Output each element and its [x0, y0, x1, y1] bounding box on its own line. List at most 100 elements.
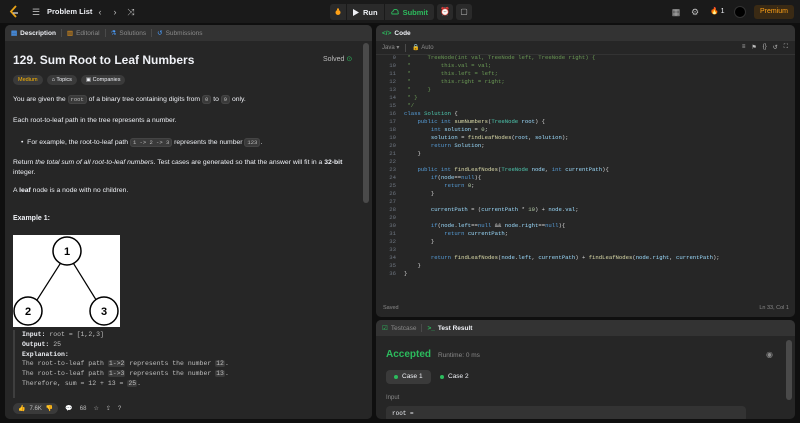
text: Therefore, sum = 12 + 13 =	[22, 379, 128, 387]
tree-node-left-label: 2	[25, 306, 31, 318]
tab-test-result[interactable]: >_ Test Result	[427, 325, 472, 332]
text: .	[224, 360, 229, 368]
description-scrollbar[interactable]	[363, 43, 369, 203]
thumbs-up-icon[interactable]: 👍	[18, 405, 25, 412]
bookmark-icon[interactable]: ⚑	[751, 44, 756, 51]
code-line: 28 currentPath = (currentPath * 10) + no…	[389, 206, 579, 213]
help-icon[interactable]: ?	[118, 406, 121, 412]
timer-button[interactable]: ⏰	[437, 4, 453, 20]
shuffle-icon[interactable]: ⤨	[126, 7, 136, 17]
solved-status: Solved ⊙	[323, 55, 352, 63]
bug-icon	[335, 8, 341, 15]
paragraph-return: Return the total sum of all root-to-leaf…	[13, 158, 342, 168]
inline-code: root	[67, 95, 87, 104]
text: of a binary tree containing digits from	[88, 96, 201, 103]
text: to	[213, 96, 219, 103]
companies-badge[interactable]: ▣ Companies	[80, 75, 126, 85]
code-line: 23 public int findLeafNodes(TreeNode nod…	[389, 166, 609, 173]
code-line: 31 return currentPath;	[389, 230, 509, 237]
code-line: 18 int solution = 0;	[389, 126, 488, 133]
text: The root-to-leaf path	[22, 360, 108, 368]
run-button[interactable]: Run	[347, 4, 384, 20]
code-line: 9 * TreeNode(int val, TreeNode left, Tre…	[392, 54, 596, 61]
comment-icon[interactable]: 💬	[65, 405, 72, 412]
code-line: 15 */	[389, 102, 415, 109]
language-select[interactable]: Java ▾	[382, 44, 399, 51]
tab-code-label: Code	[394, 29, 411, 37]
checkbox-icon: ☑	[382, 325, 388, 332]
eye-icon[interactable]: ◉	[766, 350, 773, 359]
code-editor[interactable]: 9 * TreeNode(int val, TreeNode left, Tre…	[376, 54, 794, 317]
notes-button[interactable]: ▢	[456, 4, 472, 20]
check-circle-icon: ⊙	[346, 56, 353, 63]
pass-dot-icon	[394, 375, 398, 379]
streak-count: 1	[720, 8, 725, 15]
code-line: 34 return findLeafNodes(node.left, curre…	[389, 254, 720, 261]
submit-label: Submit	[402, 7, 429, 17]
companies-label: Companies	[92, 77, 121, 83]
code-line: 22	[389, 158, 396, 165]
text: represents the number	[125, 370, 216, 378]
tab-code[interactable]: </> Code	[382, 30, 411, 37]
language-label: Java	[382, 45, 395, 51]
debug-button[interactable]	[330, 4, 346, 20]
text: For example, the root-to-leaf path	[27, 139, 129, 146]
code-header: </> Code	[376, 25, 795, 41]
paragraph-intro: You are given the root of a binary tree …	[13, 95, 246, 105]
difficulty-badge: Medium	[13, 75, 43, 85]
text: only.	[231, 96, 246, 103]
solved-label: Solved	[323, 56, 345, 63]
explanation-line: Therefore, sum = 12 + 13 = 25.	[22, 379, 358, 389]
fire-icon: 🔥	[710, 8, 719, 15]
prev-problem-icon[interactable]: ‹	[95, 7, 105, 17]
verdict-label: Accepted	[386, 349, 432, 360]
case-1-label: Case 1	[402, 373, 423, 380]
description-footer: 👍 7.6K 👎 💬 68 ☆ ⇪ ?	[5, 398, 372, 419]
result-scrollbar[interactable]	[786, 340, 792, 400]
top-navbar: ☰ Problem List ‹ › ⤨ Run Submit ⏰ ▢ ▦ ⚙ …	[0, 0, 800, 24]
code-line: 17 public int sumNumbers(TreeNode root) …	[389, 118, 546, 125]
share-icon[interactable]: ⇪	[106, 405, 111, 412]
leetcode-logo-icon[interactable]	[8, 5, 20, 19]
inline-code: 9	[220, 95, 231, 104]
problem-list-link[interactable]: Problem List	[47, 7, 92, 16]
streak-counter[interactable]: 🔥 1	[710, 7, 725, 15]
like-dislike-group: 👍 7.6K 👎	[13, 403, 59, 414]
text: node is a node with no children.	[32, 187, 129, 194]
auto-mode-toggle[interactable]: 🔒 Auto	[412, 44, 433, 51]
output-label: Output:	[22, 340, 50, 348]
code-line: 29	[389, 214, 396, 221]
lock-icon: 🔒	[412, 45, 420, 51]
reset-icon[interactable]: ↺	[773, 44, 778, 51]
star-icon[interactable]: ☆	[93, 405, 98, 412]
braces-icon[interactable]: {}	[763, 44, 767, 51]
fullscreen-icon[interactable]: ⛶	[784, 44, 788, 51]
cloud-upload-icon	[390, 8, 399, 15]
thumbs-down-icon[interactable]: 👎	[46, 405, 53, 412]
case-2-label: Case 2	[448, 373, 469, 380]
submit-button[interactable]: Submit	[384, 4, 435, 20]
code-line: 14 * }	[389, 94, 418, 101]
list-item: • For example, the root-to-leaf path 1 -…	[21, 138, 262, 148]
settings-gear-icon[interactable]: ⚙	[690, 7, 700, 17]
problem-list-icon[interactable]: ☰	[31, 7, 41, 17]
case-tab-1[interactable]: Case 1	[386, 370, 431, 384]
code-line: 10 * this.val = val;	[389, 62, 492, 69]
building-icon: ▣	[85, 77, 92, 83]
inline-code: 13	[215, 370, 225, 378]
topics-badge[interactable]: ⌂ Topics	[46, 75, 77, 85]
format-icon[interactable]: ≡	[742, 44, 746, 51]
example-title: Example 1:	[13, 215, 50, 222]
case-tab-2[interactable]: Case 2	[432, 370, 477, 384]
example-output: Output: 25	[22, 340, 358, 350]
avatar[interactable]	[734, 6, 746, 18]
play-icon	[353, 8, 359, 16]
layout-icon[interactable]: ▦	[671, 7, 681, 17]
tab-testcase[interactable]: ☑ Testcase	[382, 324, 416, 333]
code-line: 19 solution = findLeafNodes(root, soluti…	[389, 134, 569, 141]
bold-text: leaf	[19, 187, 31, 194]
inline-code: 0	[201, 95, 212, 104]
next-problem-icon[interactable]: ›	[110, 7, 120, 17]
paragraph-paths: Each root-to-leaf path in the tree repre…	[13, 117, 177, 124]
premium-button[interactable]: Premium	[754, 5, 794, 19]
